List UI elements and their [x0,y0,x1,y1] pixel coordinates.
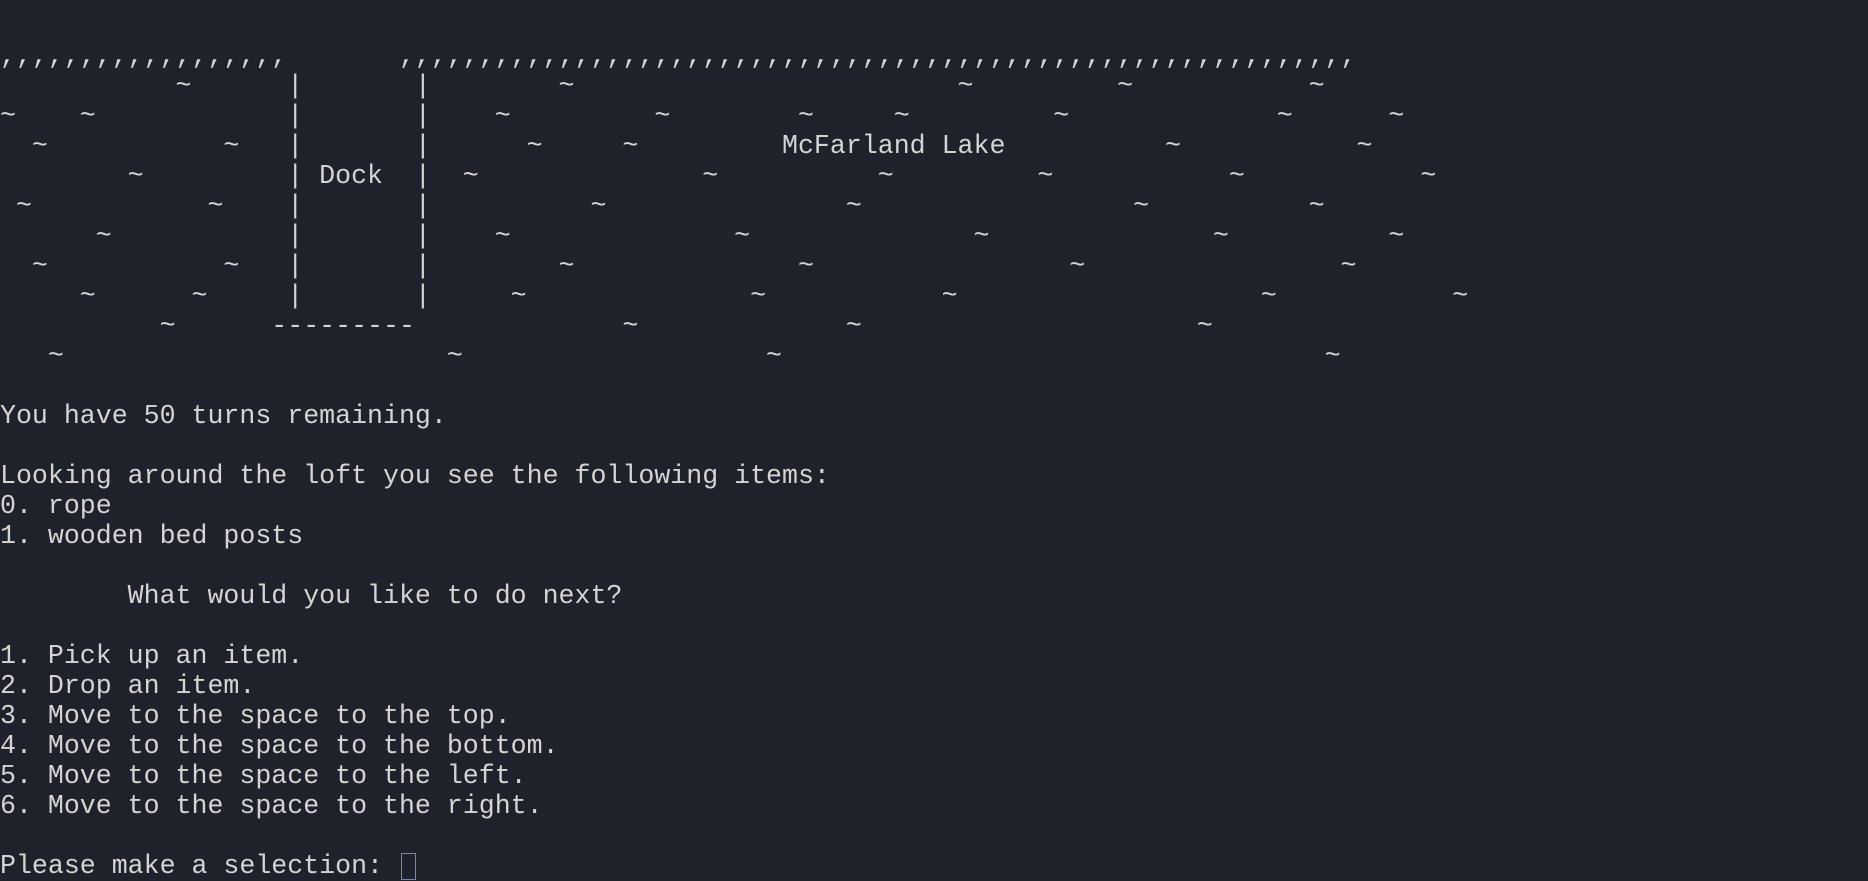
menu-option-pick-up: 1. Pick up an item. [0,641,304,671]
map-line: ~ ~ ~ ~ [0,341,1341,371]
menu-options: 1. Pick up an item. 2. Drop an item. 3. … [0,641,1868,821]
map-line: ~ --------- ~ ~ ~ [0,311,1213,341]
turns-remaining-text: You have 50 turns remaining. [0,401,447,431]
selection-prompt: Please make a selection: [0,851,1868,881]
prompt-label: Please make a selection: [0,851,399,881]
menu-option-move-right: 6. Move to the space to the right. [0,791,543,821]
items-header: Looking around the loft you see the foll… [0,461,830,491]
map-line: ~ ~ | | ~ ~ McFarland Lake ~ ~ [0,131,1373,161]
map-line: ~ ~ | | ~ ~ ~ ~ ~ ~ ~ [0,101,1405,131]
map-line: ~ ~ | | ~ ~ ~ ~ [0,191,1325,221]
map-line: ,,,,,,,,,,,,,,,,,, ,,,,,,,,,,,,,,,,,,,,,… [0,41,1357,71]
map-line: ~ | | ~ ~ ~ ~ ~ [0,221,1405,251]
menu-option-move-bottom: 4. Move to the space to the bottom. [0,731,559,761]
map-line: ~ | | ~ ~ ~ ~ [0,71,1325,101]
list-item: 1. wooden bed posts [0,521,304,551]
menu-option-drop: 2. Drop an item. [0,671,256,701]
list-item: 0. rope [0,491,112,521]
menu-question: What would you like to do next? [0,581,623,611]
terminal-window[interactable]: ,,,,,,,,,,,,,,,,,, ,,,,,,,,,,,,,,,,,,,,,… [0,0,1868,881]
ascii-map: ,,,,,,,,,,,,,,,,,, ,,,,,,,,,,,,,,,,,,,,,… [0,41,1868,371]
menu-option-move-top: 3. Move to the space to the top. [0,701,511,731]
map-line: ~ ~ | | ~ ~ ~ ~ [0,251,1357,281]
text-cursor[interactable] [400,853,416,880]
map-line: ~ ~ | | ~ ~ ~ ~ ~ [0,281,1469,311]
menu-option-move-left: 5. Move to the space to the left. [0,761,527,791]
map-line: ~ | Dock | ~ ~ ~ ~ ~ ~ [0,161,1437,191]
items-section: Looking around the loft you see the foll… [0,461,1868,551]
